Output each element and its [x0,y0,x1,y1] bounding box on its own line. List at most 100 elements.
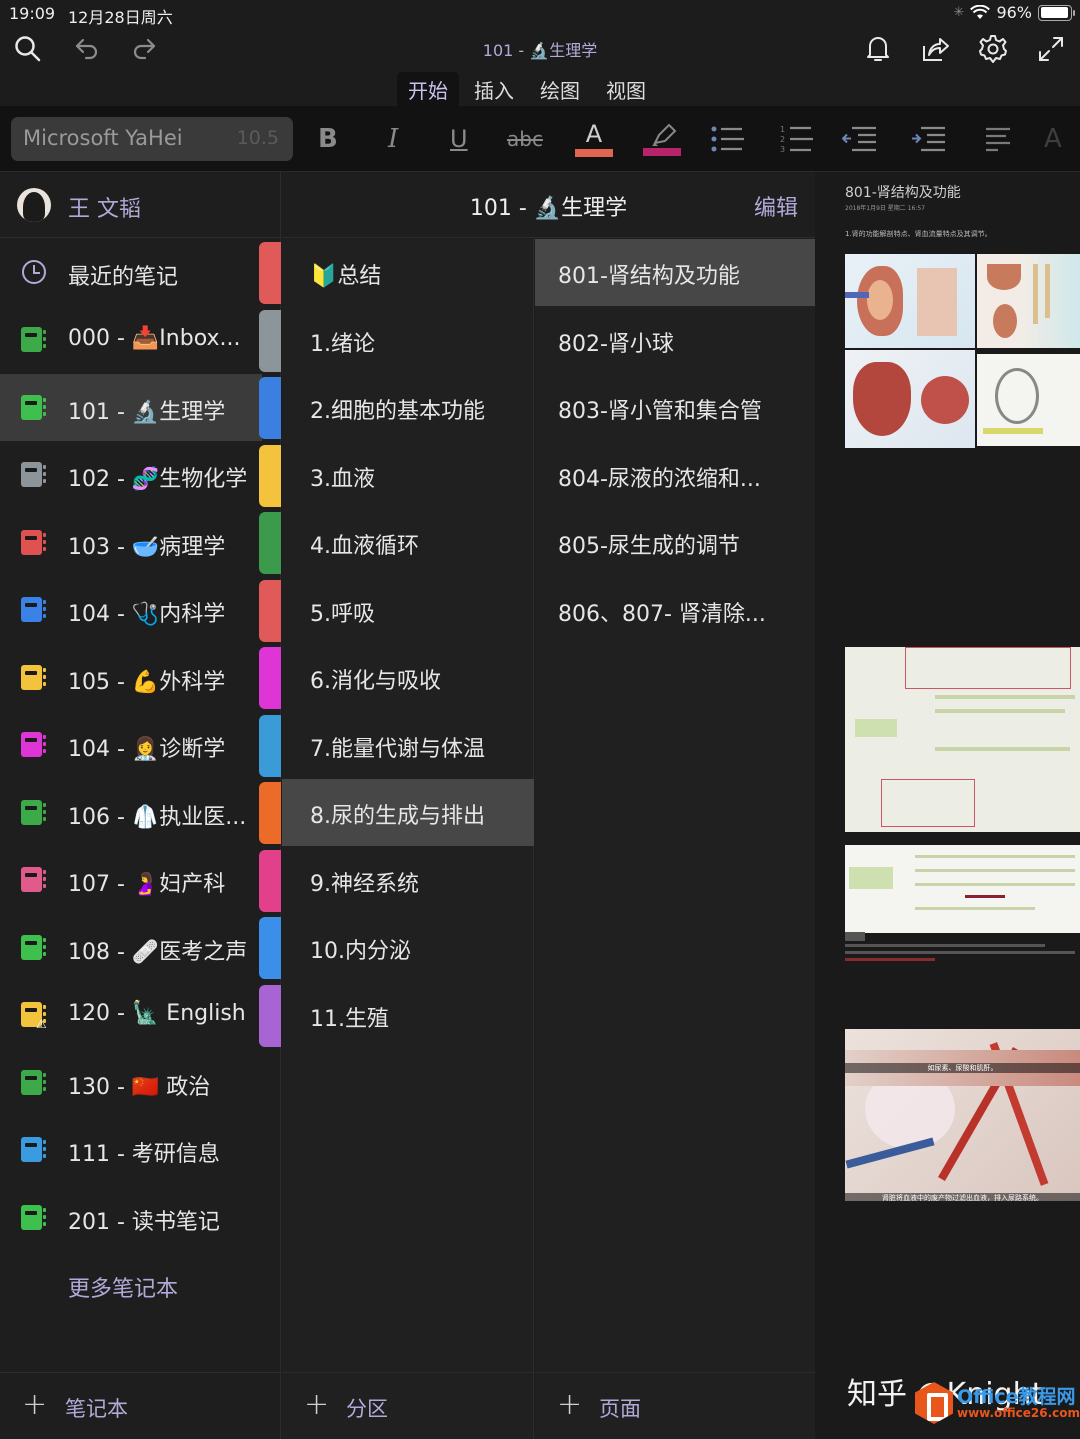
section-color-tab[interactable] [259,714,281,777]
recent-notes-item[interactable]: 最近的笔记 [0,239,262,306]
wifi-icon [970,5,991,19]
section-item[interactable]: 4.血液循环 [282,509,534,576]
page-item[interactable]: 801-肾结构及功能 [535,239,815,306]
notebook-icon [21,867,47,892]
strikethrough-button[interactable]: abc [507,118,543,160]
section-label: 10.内分泌 [310,939,411,964]
font-color-button[interactable]: A [574,118,614,160]
notebook-label: 000 - 📥Inbox... [68,326,241,351]
outdent-button[interactable] [842,118,878,160]
section-color-tab[interactable] [259,917,281,979]
notifications-button[interactable] [861,32,895,66]
notebook-item[interactable]: 102 - 🧬生物化学 [0,441,262,508]
notebook-item[interactable]: 201 - 读书笔记 [0,1184,262,1251]
notebook-icon [21,1137,47,1162]
bold-button[interactable]: B [318,118,338,160]
section-item[interactable]: 8.尿的生成与排出 [282,779,534,846]
section-color-tab[interactable] [259,647,281,709]
notebook-label: 130 - 🇨🇳 政治 [68,1074,211,1100]
notebook-item[interactable]: 104 - 🩺内科学 [0,576,262,643]
bullet-list-icon [711,126,744,152]
add-section-button[interactable]: + 分区 [282,1372,534,1439]
notebook-icon [21,1204,47,1230]
font-picker[interactable]: Microsoft YaHei 10.5 [11,117,293,161]
section-item[interactable]: 3.血液 [282,442,534,509]
edit-button[interactable]: 编辑 [754,190,798,222]
section-item[interactable]: 9.神经系统 [282,847,534,914]
page-item[interactable]: 802-肾小球 [535,307,815,374]
plus-icon: + [557,1387,583,1422]
notebook-icon [21,799,47,825]
svg-text:3: 3 [780,145,785,154]
notebook-item[interactable]: 106 - 🥼执业医... [0,779,262,846]
notebook-item[interactable]: 107 - 🤰妇产科 [0,846,262,913]
section-color-tab[interactable] [259,377,281,439]
section-item[interactable]: 1.绪论 [282,307,534,374]
battery-percent: 96% [996,3,1032,22]
italic-button[interactable]: I [388,118,398,160]
section-color-tab[interactable] [259,242,281,304]
nephron-diagram-image [977,254,1080,348]
page-item[interactable]: 803-肾小管和集合管 [535,374,815,441]
notebook-item[interactable]: 111 - 考研信息 [0,1116,262,1183]
section-color-tab[interactable] [259,782,281,844]
align-left-icon [986,127,1010,152]
section-color-tab[interactable] [259,444,281,507]
notebook-item[interactable]: 103 - 🥣病理学 [0,509,262,576]
notebook-item[interactable]: 101 - 🔬生理学 [0,373,262,441]
preview-caption-1: 肾脏将血液中的废产物过滤出血液，排入尿路系统。 [845,1193,1080,1201]
page-item[interactable]: 804-尿液的浓缩和... [535,442,815,509]
clear-formatting-button[interactable]: A [1044,118,1062,160]
fullscreen-button[interactable] [1034,32,1068,66]
indent-button[interactable] [911,118,947,160]
notebook-label: 111 - 考研信息 [68,1142,220,1167]
notebook-icon [21,664,47,690]
section-item[interactable]: 🔰总结 [282,239,534,306]
numbered-list-button[interactable]: 123 [779,118,815,160]
notebook-icon [21,394,47,420]
underline-button[interactable]: U [450,118,468,160]
user-account-row[interactable]: 王 文韬 [0,172,281,238]
page-item[interactable]: 806、807- 肾清除... [535,577,815,644]
section-color-tab[interactable] [259,309,281,372]
notebook-item[interactable]: ⚠ 120 - 🗽 English [0,981,262,1048]
section-label: 8.尿的生成与排出 [310,804,485,829]
notebook-item[interactable]: 105 - 💪外科学 [0,644,262,711]
section-item[interactable]: 2.细胞的基本功能 [282,374,534,441]
font-size[interactable]: 10.5 [237,127,279,149]
italic-icon: I [388,124,399,154]
add-page-label: 页面 [599,1397,641,1421]
share-button[interactable] [918,32,952,66]
add-page-button[interactable]: + 页面 [535,1372,815,1439]
glomerulus-image [845,350,975,448]
section-item[interactable]: 10.内分泌 [282,914,534,981]
notebook-icon [21,597,47,622]
section-item[interactable]: 7.能量代谢与体温 [282,712,534,779]
font-color-swatch [575,148,613,157]
section-color-tab[interactable] [259,849,281,912]
highlighter-icon [652,123,677,146]
section-item[interactable]: 5.呼吸 [282,577,534,644]
section-color-tab[interactable] [259,984,281,1047]
bullet-list-button[interactable] [710,118,746,160]
more-notebooks-link[interactable]: 更多笔记本 [0,1251,262,1318]
section-item[interactable]: 6.消化与吸收 [282,644,534,711]
section-color-tab[interactable] [259,579,281,642]
notebook-item[interactable]: 130 - 🇨🇳 政治 [0,1049,262,1116]
section-color-tab[interactable] [259,512,281,574]
page-label: 806、807- 肾清除... [558,601,766,627]
page-preview[interactable]: 801-肾结构及功能 2018年1月9日 星期二 16:57 1.肾的功能解剖特… [815,172,1080,1439]
settings-button[interactable] [976,32,1010,66]
page-item[interactable]: 805-尿生成的调节 [535,509,815,576]
notebook-item[interactable]: 104 - 👩‍⚕️诊断学 [0,711,262,778]
notebook-label: 106 - 🥼执业医... [68,804,247,830]
section-item[interactable]: 11.生殖 [282,982,534,1049]
add-notebook-button[interactable]: + 笔记本 [0,1372,281,1439]
section-label: 🔰总结 [310,264,382,289]
align-button[interactable] [984,118,1012,160]
notebook-title: 101 - 🔬生理学 [469,196,628,221]
highlight-button[interactable] [642,118,682,160]
svg-text:1: 1 [780,125,785,134]
notebook-item[interactable]: 000 - 📥Inbox... [0,306,262,373]
notebook-item[interactable]: 108 - 🩹医考之声 [0,914,262,981]
